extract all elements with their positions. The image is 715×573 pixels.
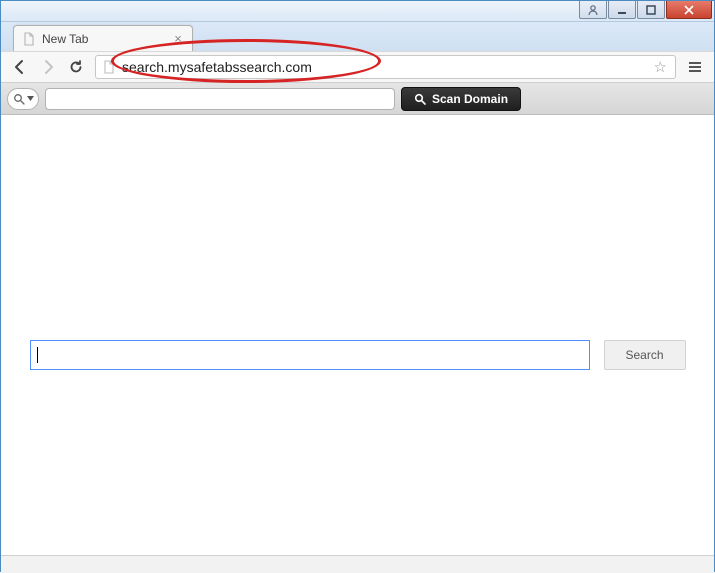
scan-domain-label: Scan Domain (432, 92, 508, 106)
bookmark-star-icon[interactable]: ☆ (654, 58, 667, 76)
browser-toolbar: search.mysafetabssearch.com ☆ (1, 51, 714, 83)
text-caret (37, 347, 38, 363)
maximize-button[interactable] (637, 1, 665, 19)
user-button[interactable] (579, 1, 607, 19)
tab-title: New Tab (42, 32, 172, 46)
file-icon (22, 32, 36, 46)
extension-search-input[interactable] (52, 92, 388, 106)
scan-domain-button[interactable]: Scan Domain (401, 87, 521, 111)
page-icon (102, 60, 116, 74)
magnifier-icon (414, 93, 426, 105)
page-content: Search (1, 115, 714, 555)
search-button[interactable]: Search (604, 340, 686, 370)
search-row: Search (30, 340, 686, 370)
status-bar (1, 555, 714, 573)
window-titlebar (1, 1, 714, 22)
extension-search-box[interactable] (45, 88, 395, 110)
close-button[interactable] (666, 1, 712, 19)
tab-new-tab[interactable]: New Tab × (13, 25, 193, 51)
search-provider-dropdown[interactable] (7, 88, 39, 110)
tab-strip: New Tab × (1, 22, 714, 51)
menu-button[interactable] (682, 54, 708, 80)
address-bar[interactable]: search.mysafetabssearch.com ☆ (95, 55, 676, 79)
url-text: search.mysafetabssearch.com (122, 59, 650, 75)
main-search-input[interactable] (30, 340, 590, 370)
reload-button[interactable] (63, 54, 89, 80)
minimize-button[interactable] (608, 1, 636, 19)
forward-button[interactable] (35, 54, 61, 80)
chevron-down-icon (27, 96, 34, 102)
tab-close-icon[interactable]: × (172, 33, 184, 45)
extension-toolbar: Scan Domain (1, 83, 714, 115)
magnifier-icon (13, 93, 25, 105)
back-button[interactable] (7, 54, 33, 80)
